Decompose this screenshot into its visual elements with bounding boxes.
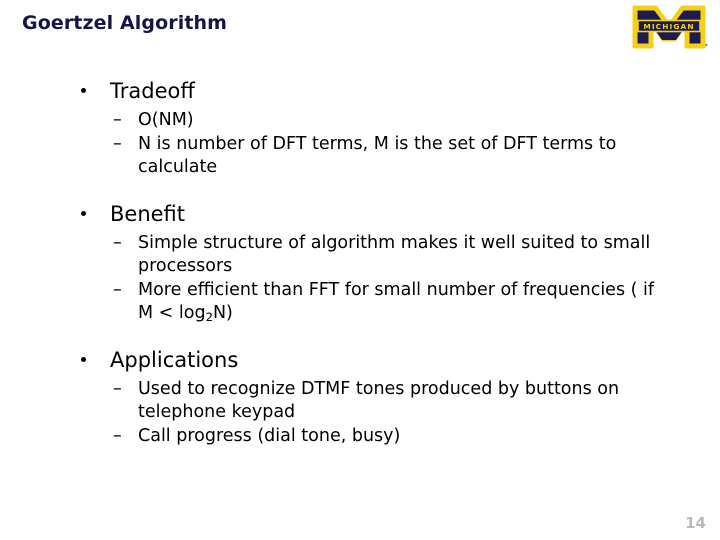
sub-bullet-item: – More efficient than FFT for small numb…: [0, 279, 720, 325]
dash-bullet-icon: –: [113, 426, 122, 446]
sub-bullet-item: – Call progress (dial tone, busy): [0, 425, 720, 448]
sub-bullet-item: – Used to recognize DTMF tones produced …: [0, 378, 720, 424]
sub-bullet-item: – Simple structure of algorithm makes it…: [0, 232, 720, 278]
bullet-heading-benefit: Benefit: [0, 201, 720, 227]
page-number: 14: [685, 514, 706, 532]
university-of-michigan-logo: MICHIGAN: [626, 4, 712, 50]
logo-banner-text: MICHIGAN: [643, 22, 694, 31]
bullet-heading-label: Tradeoff: [110, 79, 195, 103]
sub-bullet-label: Simple structure of algorithm makes it w…: [138, 233, 651, 276]
sub-bullet-label: O(NM): [138, 110, 194, 130]
dash-bullet-icon: –: [113, 233, 122, 253]
michigan-block-m-icon: MICHIGAN: [632, 5, 708, 49]
slide: Goertzel Algorithm MICHIGAN Tradeoff – O…: [0, 0, 720, 540]
sub-bullet-label: N is number of DFT terms, M is the set o…: [138, 134, 617, 177]
dash-bullet-icon: –: [113, 280, 122, 300]
bullet-dot-icon: [81, 88, 86, 93]
sub-bullet-label: Used to recognize DTMF tones produced by…: [138, 379, 620, 422]
sub-bullet-item: – N is number of DFT terms, M is the set…: [0, 133, 720, 179]
bullet-heading-applications: Applications: [0, 347, 720, 373]
sub-bullet-item: – O(NM): [0, 109, 720, 132]
dash-bullet-icon: –: [113, 110, 122, 130]
slide-body: Tradeoff – O(NM) – N is number of DFT te…: [0, 78, 720, 448]
bullet-heading-label: Benefit: [110, 202, 186, 226]
page-title: Goertzel Algorithm: [22, 12, 228, 34]
bullet-heading-tradeoff: Tradeoff: [0, 78, 720, 104]
dash-bullet-icon: –: [113, 379, 122, 399]
bullet-group-tradeoff: Tradeoff – O(NM) – N is number of DFT te…: [0, 78, 720, 179]
bullet-group-benefit: Benefit – Simple structure of algorithm …: [0, 201, 720, 325]
bullet-heading-label: Applications: [110, 348, 239, 372]
sub-bullet-label: More efficient than FFT for small number…: [138, 280, 655, 325]
bullet-dot-icon: [81, 211, 86, 216]
sub-bullet-label: Call progress (dial tone, busy): [138, 426, 401, 446]
dash-bullet-icon: –: [113, 134, 122, 154]
bullet-group-applications: Applications – Used to recognize DTMF to…: [0, 347, 720, 448]
bullet-dot-icon: [81, 357, 86, 362]
